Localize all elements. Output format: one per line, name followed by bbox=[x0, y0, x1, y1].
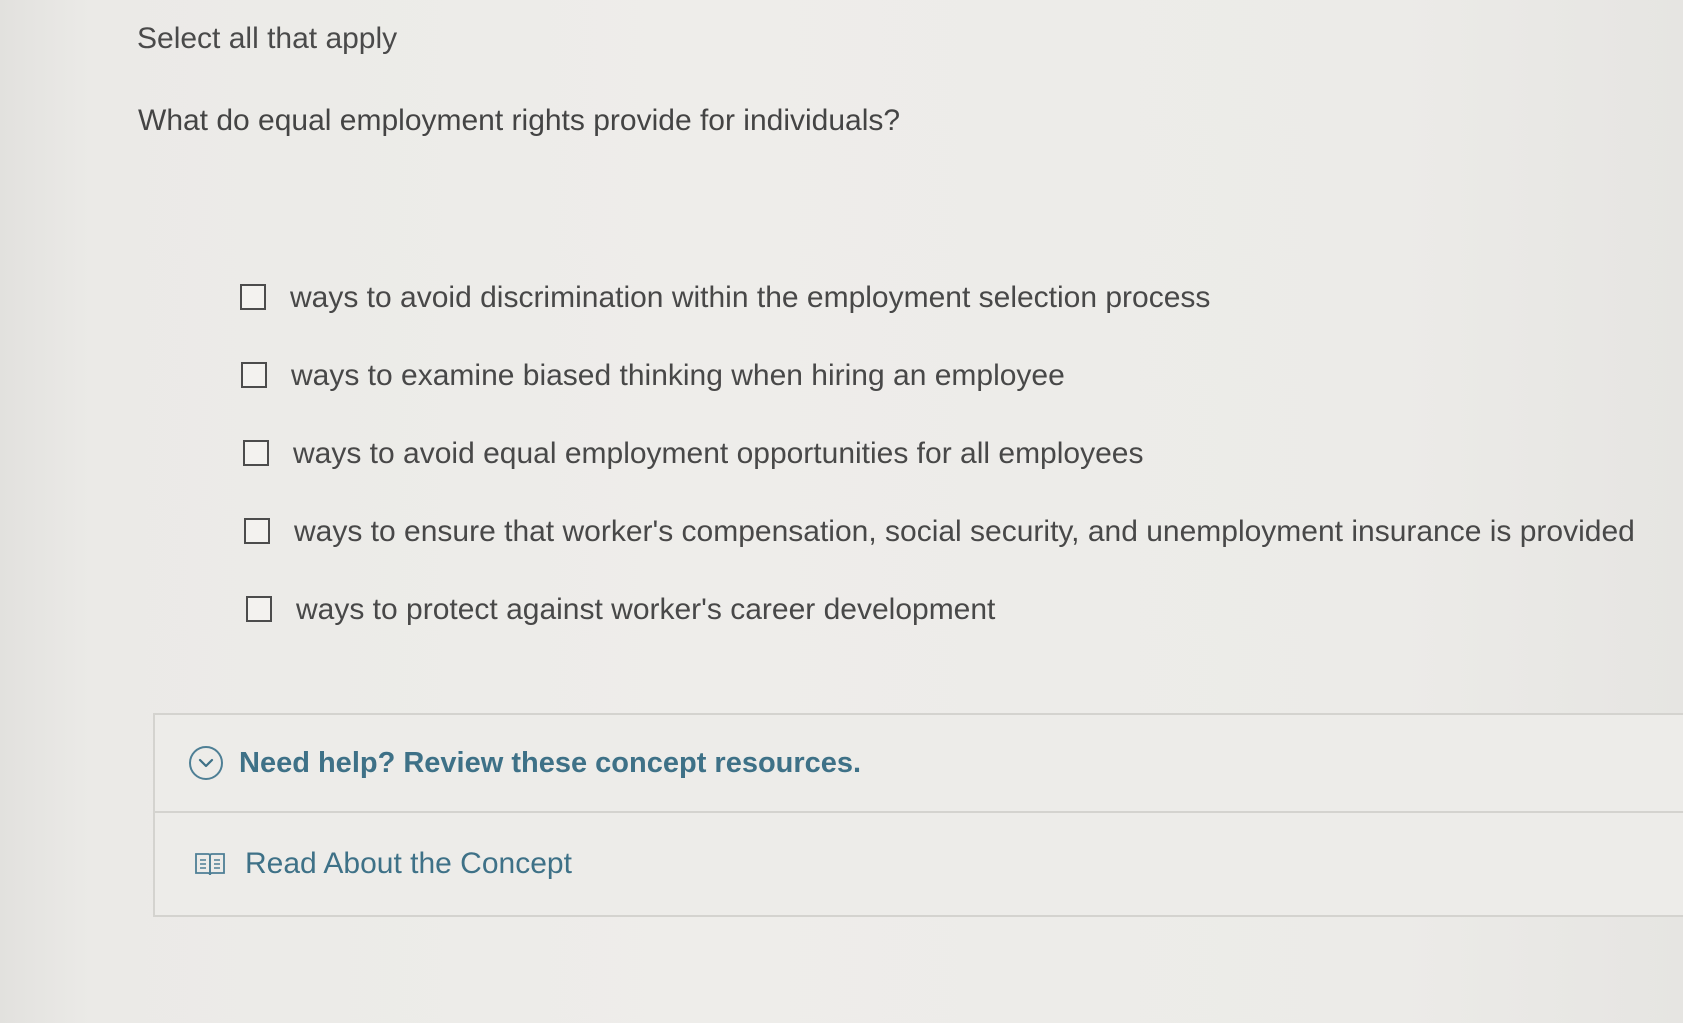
answer-option[interactable]: ways to ensure that worker's compensatio… bbox=[244, 496, 1635, 574]
answer-options: ways to avoid discrimination within the … bbox=[240, 262, 1635, 652]
chevron-down-circle-icon[interactable] bbox=[189, 746, 223, 780]
answer-option-label: ways to avoid equal employment opportuni… bbox=[293, 437, 1144, 470]
question-screen: Select all that apply What do equal empl… bbox=[0, 0, 1683, 1023]
instruction-text: Select all that apply bbox=[137, 22, 398, 55]
answer-option[interactable]: ways to avoid discrimination within the … bbox=[240, 262, 1635, 340]
checkbox[interactable] bbox=[243, 440, 269, 466]
answer-option[interactable]: ways to protect against worker's career … bbox=[246, 574, 1635, 652]
answer-option-label: ways to avoid discrimination within the … bbox=[290, 281, 1211, 314]
answer-option[interactable]: ways to avoid equal employment opportuni… bbox=[243, 418, 1635, 496]
resource-label[interactable]: Read About the Concept bbox=[245, 847, 572, 881]
answer-option[interactable]: ways to examine biased thinking when hir… bbox=[241, 340, 1635, 418]
checkbox[interactable] bbox=[240, 284, 266, 310]
help-title[interactable]: Need help? Review these concept resource… bbox=[239, 747, 861, 780]
checkbox[interactable] bbox=[241, 362, 267, 388]
checkbox[interactable] bbox=[244, 518, 270, 544]
book-icon bbox=[193, 850, 227, 878]
read-about-concept-link[interactable]: Read About the Concept bbox=[155, 813, 1683, 915]
concept-resources-panel: Need help? Review these concept resource… bbox=[153, 713, 1683, 917]
answer-option-label: ways to examine biased thinking when hir… bbox=[291, 359, 1065, 392]
help-toggle[interactable]: Need help? Review these concept resource… bbox=[155, 715, 1683, 813]
answer-option-label: ways to ensure that worker's compensatio… bbox=[294, 515, 1635, 548]
question-prompt: What do equal employment rights provide … bbox=[138, 104, 901, 137]
answer-option-label: ways to protect against worker's career … bbox=[296, 593, 996, 626]
checkbox[interactable] bbox=[246, 596, 272, 622]
